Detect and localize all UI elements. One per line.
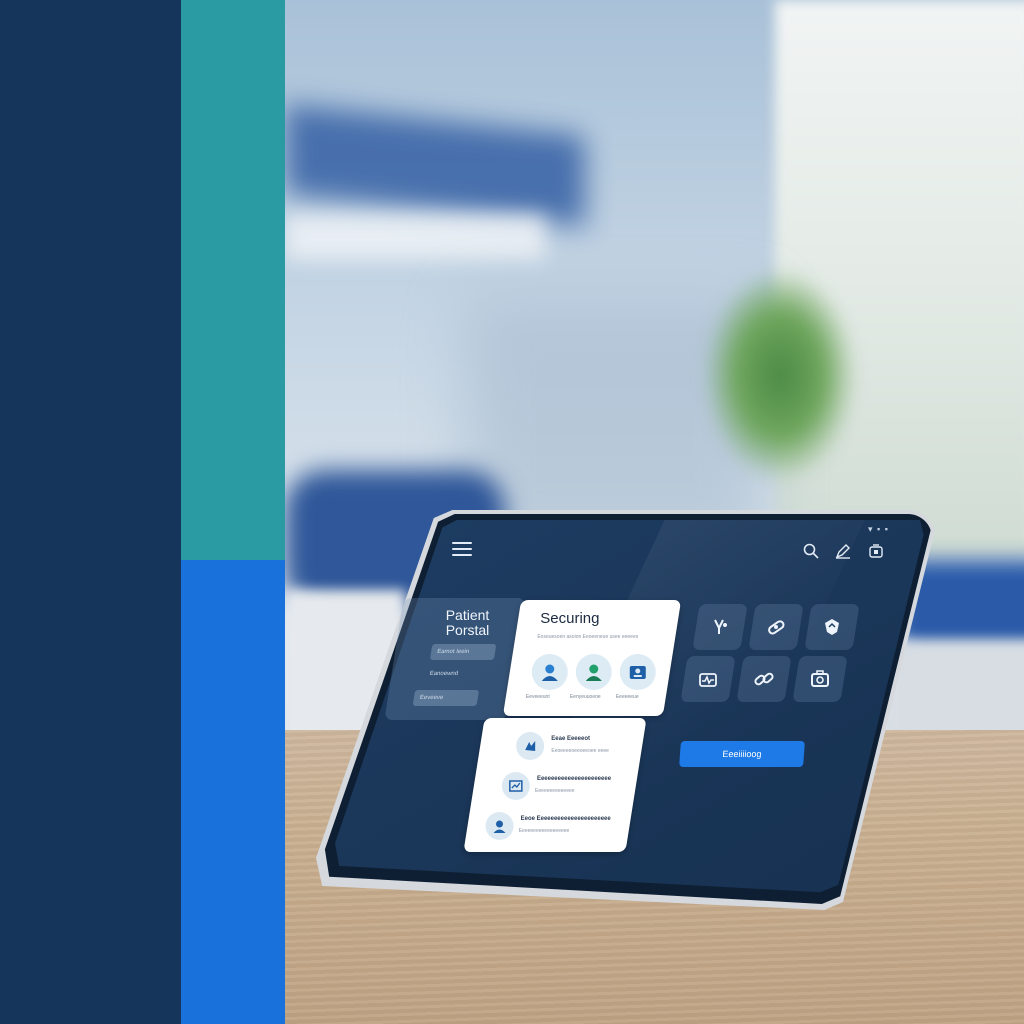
securing-card[interactable]: Securing Eoseuesoen asoion Eeoeeneue use… [502, 600, 682, 716]
securing-title: Securing [540, 610, 600, 627]
portal-menu-item[interactable]: Eamot Ieein [429, 644, 497, 660]
securing-subtitle: Eoseuesoen asoion Eeoeeneue usee eeeees [537, 634, 639, 640]
edit-icon[interactable] [834, 542, 852, 560]
profile-icon [485, 812, 514, 840]
teal-color-band [181, 0, 285, 560]
medical-kit-icon[interactable] [792, 656, 848, 702]
document-icon [516, 732, 545, 760]
avatar-caption: Eeeeeeue [615, 694, 639, 700]
list-sub: Eeoeeeeoeeoeeoee eeee [551, 748, 609, 754]
shield-icon[interactable] [804, 604, 860, 650]
navy-color-band [0, 0, 181, 1024]
status-indicators: ▾ ▪ ▪ [868, 524, 889, 534]
chart-icon [501, 772, 530, 800]
portal-menu-item[interactable]: Eanoewnd [422, 666, 489, 682]
avatar-caption: Eenyeuuoeoe [569, 694, 601, 700]
blue-color-band [181, 560, 285, 1024]
list-item[interactable]: Eeeeeeeeeeeeeeeeeeeeee Eeeeeeeeeeeeee [470, 772, 638, 810]
pill-icon[interactable] [748, 604, 804, 650]
user-icon[interactable] [531, 654, 568, 690]
id-card-icon[interactable] [619, 654, 656, 690]
avatar-caption: Eeveeeunt [525, 694, 550, 700]
primary-action-button[interactable]: Eeeiiiioog [679, 741, 805, 767]
doctor-icon[interactable] [575, 654, 612, 690]
stethoscope-icon[interactable] [692, 604, 748, 650]
search-icon[interactable] [802, 542, 820, 560]
heart-monitor-icon[interactable] [680, 656, 736, 702]
portal-title-line2: Porstal [445, 622, 490, 638]
portal-menu-item[interactable]: Eeveeve [412, 690, 480, 706]
plant-blur [705, 270, 855, 480]
list-sub: Eeeeeeeeeeeeee [535, 788, 575, 794]
link-icon[interactable] [736, 656, 792, 702]
list-item[interactable]: Eeoe Eeeeeeeeeeeeeeeeeeeeee Eeeeeeeeeeee… [464, 812, 632, 850]
list-title: Eeoe Eeeeeeeeeeeeeeeeeeeeee [520, 816, 611, 822]
list-sub: Eeeeeeeeeeeeeeeeee [518, 828, 570, 834]
list-item[interactable]: Eeae Eeeeeot Eeoeeeeoeeoeeoee eeee [476, 732, 644, 770]
records-card: Eeae Eeeeeot Eeoeeeeoeeoeeoee eeee Eeeee… [463, 718, 647, 852]
list-title: Eeae Eeeeeot [551, 736, 590, 742]
portal-title-line1: Patient [445, 607, 490, 623]
tablet-device: ▾ ▪ ▪ Patient Porstal Eamot Ieein Eanoew… [316, 510, 936, 910]
list-title: Eeeeeeeeeeeeeeeeeeeeee [536, 776, 612, 782]
menu-icon[interactable] [452, 542, 472, 556]
portal-title: Patient Porstal [445, 607, 490, 638]
home-icon[interactable] [867, 542, 885, 560]
